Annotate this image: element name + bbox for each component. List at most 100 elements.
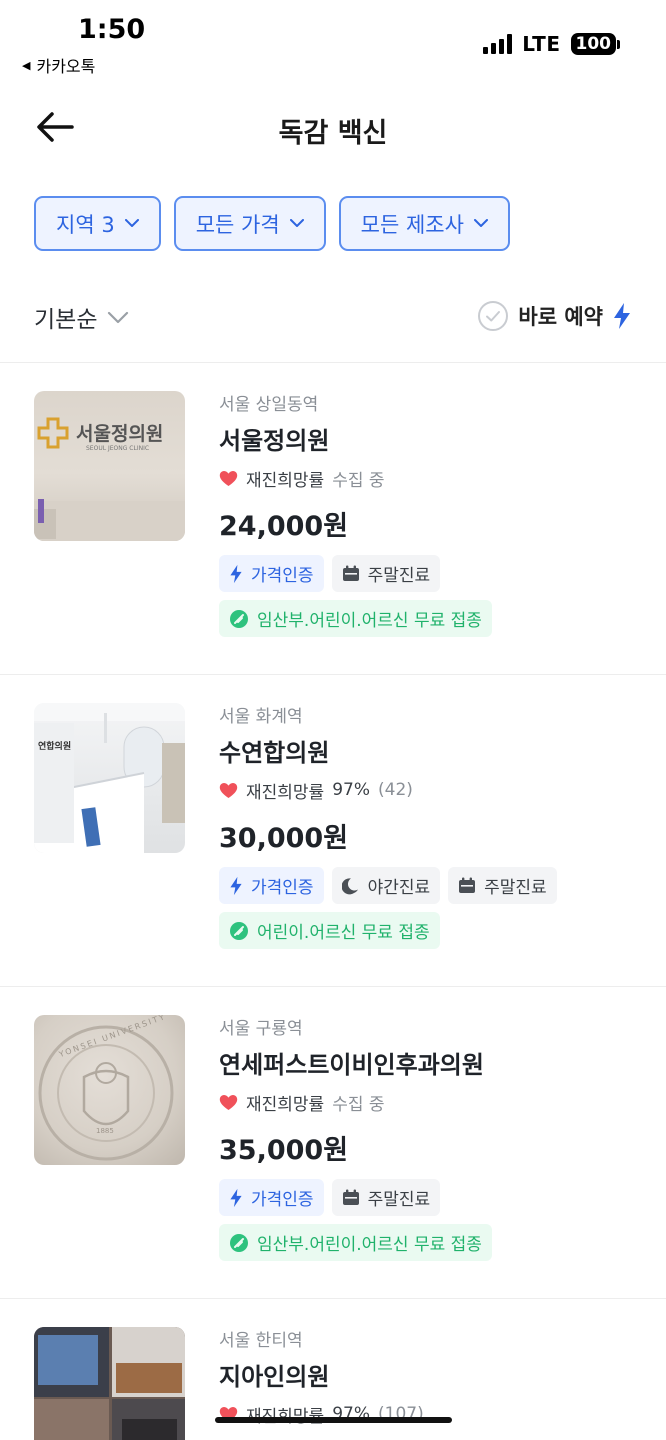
clinic-info: 서울 화계역 수연합의원 재진희망률 97% (42) 30,000원 가격인증… (219, 703, 639, 949)
clinic-logo-image (34, 417, 185, 541)
vaccine-icon (230, 1233, 248, 1252)
clinic-name[interactable]: 연세퍼스트이비인후과의원 (219, 1049, 639, 1081)
logo-text: 서울정의원 (76, 423, 164, 445)
divider (0, 1298, 666, 1299)
heart-icon (219, 1094, 238, 1110)
back-app-label: 카카오톡 (36, 57, 96, 76)
chevron-down-icon (473, 219, 488, 227)
clinic-photo (34, 1327, 185, 1440)
status-bar: 1:50 ◀ 카카오톡 LTE 100 (0, 0, 666, 80)
revisit-rate: 재진희망률 수집 중 (219, 1089, 639, 1115)
home-indicator[interactable] (215, 1417, 452, 1423)
tag-free-vaccination: 임산부.어린이.어르신 무료 접종 (219, 600, 492, 637)
lightning-icon (614, 303, 630, 329)
filter-price[interactable]: 모든 가격 (173, 196, 326, 251)
divider (0, 986, 666, 987)
tag-night: 야간진료 (331, 867, 441, 904)
logo-subtext: SEOUL JEONG CLINIC (86, 445, 150, 452)
clinic-info: 서울 상일동역 서울정의원 재진희망률 수집 중 24,000원 가격인증 주말… (219, 391, 639, 637)
clinic-card[interactable]: 연합의원 서울 화계역 수연합의원 재진희망률 97% (42) 30,000원… (0, 703, 666, 963)
filter-bar: 지역 3 모든 가격 모든 제조사 (34, 196, 510, 251)
clinic-name[interactable]: 서울정의원 (219, 425, 639, 457)
clinic-name[interactable]: 지아인의원 (219, 1361, 639, 1393)
chevron-down-icon (124, 219, 139, 227)
lightning-icon (230, 876, 242, 895)
sort-row: 기본순 바로 예약 (34, 300, 632, 336)
clinic-location: 서울 화계역 (219, 707, 303, 727)
vaccine-icon (230, 609, 248, 628)
moon-icon (341, 877, 358, 894)
revisit-rate-label: 재진희망률 (246, 1094, 325, 1115)
chevron-down-icon (108, 311, 129, 323)
tag-price-verified: 가격인증 (219, 867, 324, 904)
clinic-card[interactable]: 서울 한티역 지아인의원 재진희망률 97% (107) (0, 1327, 666, 1440)
filter-manufacturer-label: 모든 제조사 (360, 212, 464, 237)
status-indicators: LTE 100 (483, 32, 620, 56)
clinic-card[interactable]: 서울정의원 SEOUL JEONG CLINIC 서울 상일동역 서울정의원 재… (0, 391, 666, 651)
back-to-app-link[interactable]: ◀ 카카오톡 (22, 53, 95, 77)
check-circle-icon (478, 301, 509, 331)
clinic-location: 서울 구룡역 (219, 1019, 303, 1039)
clinic-card[interactable]: YONSEI UNIVERSITY 1885 서울 구룡역 연세퍼스트이비인후과… (0, 1015, 666, 1275)
price: 35,000원 (219, 1135, 349, 1166)
revisit-rate: 재진희망률 수집 중 (219, 465, 639, 491)
tag-free-vaccination: 임산부.어린이.어르신 무료 접종 (219, 1224, 492, 1261)
battery-level: 100 (570, 33, 616, 55)
revisit-rate-label: 재진희망률 (246, 782, 325, 803)
calendar-icon (342, 565, 359, 581)
revisit-rate: 재진희망률 97% (42) (219, 777, 639, 803)
tag-list: 가격인증 주말진료 (219, 1179, 639, 1216)
revisit-rate-value: 수집 중 (332, 1094, 385, 1115)
calendar-icon (459, 877, 476, 893)
lightning-icon (230, 1188, 242, 1207)
vaccine-icon (230, 921, 248, 940)
clinic-info: 서울 한티역 지아인의원 재진희망률 97% (107) (219, 1327, 639, 1427)
network-label: LTE (522, 32, 561, 56)
tag-weekend: 주말진료 (331, 555, 441, 592)
chevron-down-icon (289, 219, 304, 227)
filter-price-label: 모든 가격 (195, 212, 280, 237)
clinic-photo: 연합의원 (34, 703, 185, 853)
clinic-photo: 서울정의원 SEOUL JEONG CLINIC (34, 391, 185, 541)
heart-icon (219, 782, 238, 798)
page-title: 독감 백신 (278, 118, 388, 149)
status-time: 1:50 (78, 14, 146, 45)
price: 24,000원 (219, 511, 349, 542)
review-count: (42) (378, 780, 413, 800)
price: 30,000원 (219, 823, 349, 854)
tag-weekend: 주말진료 (331, 1179, 441, 1216)
clinic-interior-image (34, 703, 185, 853)
tag-price-verified: 가격인증 (219, 555, 324, 592)
revisit-rate-label: 재진희망률 (246, 470, 325, 491)
back-triangle-icon: ◀ (22, 58, 31, 72)
tag-list: 가격인증 야간진료 주말진료 (219, 867, 639, 904)
clinic-name[interactable]: 수연합의원 (219, 737, 639, 769)
clinic-info: 서울 구룡역 연세퍼스트이비인후과의원 재진희망률 수집 중 35,000원 가… (219, 1015, 639, 1261)
clinic-interior-image (34, 1327, 185, 1440)
revisit-rate-value: 97% (332, 780, 370, 800)
battery-icon: 100 (570, 33, 620, 55)
signal-icon (483, 34, 513, 54)
tag-price-verified: 가격인증 (219, 1179, 324, 1216)
tag-list: 가격인증 주말진료 (219, 555, 639, 592)
calendar-icon (342, 1189, 359, 1205)
tag-weekend: 주말진료 (448, 867, 557, 904)
divider (0, 674, 666, 675)
filter-manufacturer[interactable]: 모든 제조사 (338, 196, 510, 251)
sign-text: 연합의원 (38, 742, 72, 752)
filter-region[interactable]: 지역 3 (34, 196, 161, 251)
seal-year: 1885 (96, 1127, 114, 1135)
sort-label: 기본순 (34, 307, 98, 333)
divider (0, 362, 666, 363)
clinic-location: 서울 상일동역 (219, 395, 319, 415)
tag-free-vaccination: 어린이.어르신 무료 접종 (219, 912, 440, 949)
instant-booking-toggle[interactable]: 바로 예약 (477, 300, 632, 332)
sort-dropdown[interactable]: 기본순 (34, 300, 129, 334)
clinic-location: 서울 한티역 (219, 1331, 303, 1351)
filter-region-label: 지역 3 (56, 212, 115, 237)
header: 독감 백신 (0, 95, 666, 161)
lightning-icon (230, 564, 242, 583)
instant-booking-label: 바로 예약 (518, 305, 603, 329)
heart-icon (219, 470, 238, 486)
revisit-rate-value: 수집 중 (332, 470, 385, 491)
